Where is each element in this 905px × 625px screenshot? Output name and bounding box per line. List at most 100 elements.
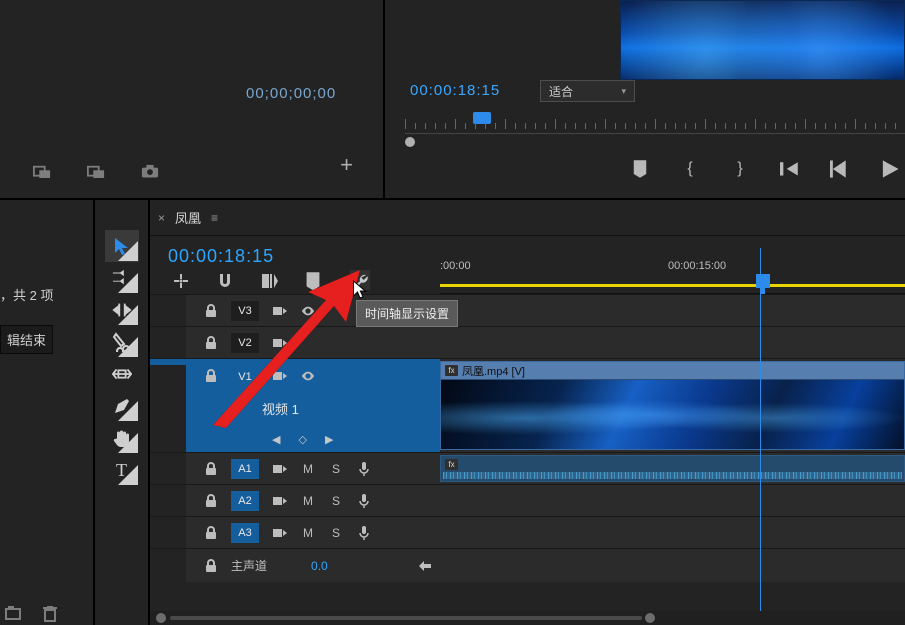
annotation-arrow	[208, 270, 368, 430]
mute-button[interactable]: M	[301, 526, 315, 540]
lock-icon[interactable]	[205, 526, 217, 540]
timeline-zoom-scrollbar[interactable]	[150, 611, 905, 625]
toggle-output-icon[interactable]	[273, 494, 287, 508]
project-row[interactable]: 辑结束	[0, 325, 53, 354]
sequence-tab[interactable]: 凤凰	[175, 208, 201, 227]
fx-badge[interactable]: fx	[445, 459, 458, 470]
track-header-a2[interactable]: A2 M S	[150, 484, 440, 516]
camera-icon[interactable]	[141, 164, 159, 178]
program-controls: { }	[630, 160, 900, 178]
program-monitor: 00:00:18:15 适合 ▾ { } /* ticks rendered b…	[385, 0, 905, 198]
track-header-a1[interactable]: A1 M S	[150, 452, 440, 484]
tooltip: 时间轴显示设置	[356, 300, 458, 327]
source-export-icons	[33, 164, 159, 178]
tool-selection[interactable]	[105, 230, 139, 262]
step-back-icon[interactable]	[830, 160, 850, 178]
waveform	[443, 472, 902, 479]
next-keyframe-icon[interactable]: ▶	[325, 433, 333, 446]
add-button[interactable]: +	[340, 152, 353, 178]
item-count-text: ，共 2 项	[0, 285, 53, 304]
program-preview[interactable]	[620, 0, 905, 80]
brace-out-icon[interactable]: }	[730, 160, 750, 178]
lane-a2[interactable]	[440, 484, 905, 516]
lock-icon[interactable]	[205, 462, 217, 476]
tool-pen[interactable]	[105, 390, 139, 422]
clip-thumbnail	[441, 379, 904, 449]
mute-button[interactable]: M	[301, 494, 315, 508]
tool-palette: T	[95, 200, 150, 625]
track-label[interactable]: A3	[231, 523, 259, 543]
work-area-bar[interactable]	[440, 284, 905, 287]
play-icon[interactable]	[880, 160, 900, 178]
source-monitor: 00;00;00;00 +	[0, 0, 385, 198]
zoom-fit-dropdown[interactable]: 适合 ▾	[540, 80, 635, 102]
add-keyframe-icon[interactable]: ◇	[298, 433, 306, 446]
frame-export-icon[interactable]	[87, 164, 105, 178]
lane-a1[interactable]: fx	[440, 452, 905, 484]
mic-icon[interactable]	[357, 462, 371, 476]
lock-icon[interactable]	[205, 494, 217, 508]
lock-icon[interactable]	[205, 559, 217, 573]
video-clip[interactable]: fx 凤凰.mp4 [V]	[440, 361, 905, 450]
trash-icon[interactable]	[43, 606, 57, 622]
tool-type[interactable]: T	[105, 454, 139, 486]
fx-badge[interactable]: fx	[445, 365, 458, 376]
frame-export-icon[interactable]	[33, 164, 51, 178]
tool-hand[interactable]	[105, 422, 139, 454]
project-bottom-icons	[5, 606, 57, 622]
timeline-ruler[interactable]: :00:00 00:00:15:00	[440, 248, 905, 294]
brace-in-icon[interactable]: {	[680, 160, 700, 178]
solo-button[interactable]: S	[329, 494, 343, 508]
project-panel: ，共 2 项 辑结束	[0, 200, 95, 625]
ruler-label: :00:00	[440, 260, 471, 272]
source-timecode: 00;00;00;00	[246, 85, 336, 102]
zoom-handle-right[interactable]	[645, 613, 655, 623]
track-header-master[interactable]: 主声道 0.0	[150, 548, 440, 582]
lane-master[interactable]	[440, 548, 905, 582]
clip-header: fx 凤凰.mp4 [V]	[441, 362, 904, 379]
tool-ripple-edit[interactable]	[105, 294, 139, 326]
chevron-down-icon: ▾	[621, 86, 626, 97]
timeline-timecode[interactable]: 00:00:18:15	[168, 246, 274, 267]
mute-button[interactable]: M	[301, 462, 315, 476]
toggle-output-icon[interactable]	[273, 462, 287, 476]
zoom-handle-left[interactable]	[156, 613, 166, 623]
monitors-row: 00;00;00;00 + 00:00:18:15 适合 ▾ { }	[0, 0, 905, 200]
program-scroll-knob[interactable]	[405, 137, 415, 147]
snap-icon[interactable]	[172, 272, 190, 290]
audio-clip[interactable]: fx	[440, 455, 905, 482]
tool-razor[interactable]	[105, 326, 139, 358]
lane-v3[interactable]	[440, 294, 905, 326]
clip-name: 凤凰.mp4 [V]	[462, 363, 525, 379]
timeline-playhead[interactable]	[756, 274, 770, 288]
mic-icon[interactable]	[357, 526, 371, 540]
prev-keyframe-icon[interactable]: ◀	[272, 433, 280, 446]
tool-slip[interactable]	[105, 358, 139, 390]
lane-v2[interactable]	[440, 326, 905, 358]
solo-button[interactable]: S	[329, 526, 343, 540]
toggle-output-icon[interactable]	[273, 526, 287, 540]
tool-track-select[interactable]	[105, 262, 139, 294]
timeline-panel: × 凤凰 ≡ 00:00:18:15 时间轴显示设置 V3	[150, 200, 905, 625]
track-label[interactable]: A2	[231, 491, 259, 511]
mic-icon[interactable]	[357, 494, 371, 508]
panel-menu-icon[interactable]: ≡	[211, 211, 218, 225]
program-mini-timeline[interactable]	[405, 116, 905, 146]
zoom-fit-label: 适合	[549, 83, 573, 100]
timeline-tabbar: × 凤凰 ≡	[150, 200, 905, 236]
go-in-icon[interactable]	[780, 160, 800, 178]
lower-panels: ，共 2 项 辑结束	[0, 200, 905, 625]
lane-a3[interactable]	[440, 516, 905, 548]
track-header-a3[interactable]: A3 M S	[150, 516, 440, 548]
marker-icon[interactable]	[630, 160, 650, 178]
program-timecode[interactable]: 00:00:18:15	[410, 82, 500, 99]
new-item-icon[interactable]	[5, 606, 21, 622]
track-label[interactable]: A1	[231, 459, 259, 479]
playhead-line[interactable]	[760, 248, 761, 625]
master-gain-value[interactable]: 0.0	[311, 559, 328, 573]
close-icon[interactable]: ×	[158, 211, 165, 225]
sync-icon[interactable]	[418, 560, 432, 572]
master-track-label: 主声道	[231, 557, 267, 574]
lane-v1[interactable]: fx 凤凰.mp4 [V]	[440, 358, 905, 452]
solo-button[interactable]: S	[329, 462, 343, 476]
